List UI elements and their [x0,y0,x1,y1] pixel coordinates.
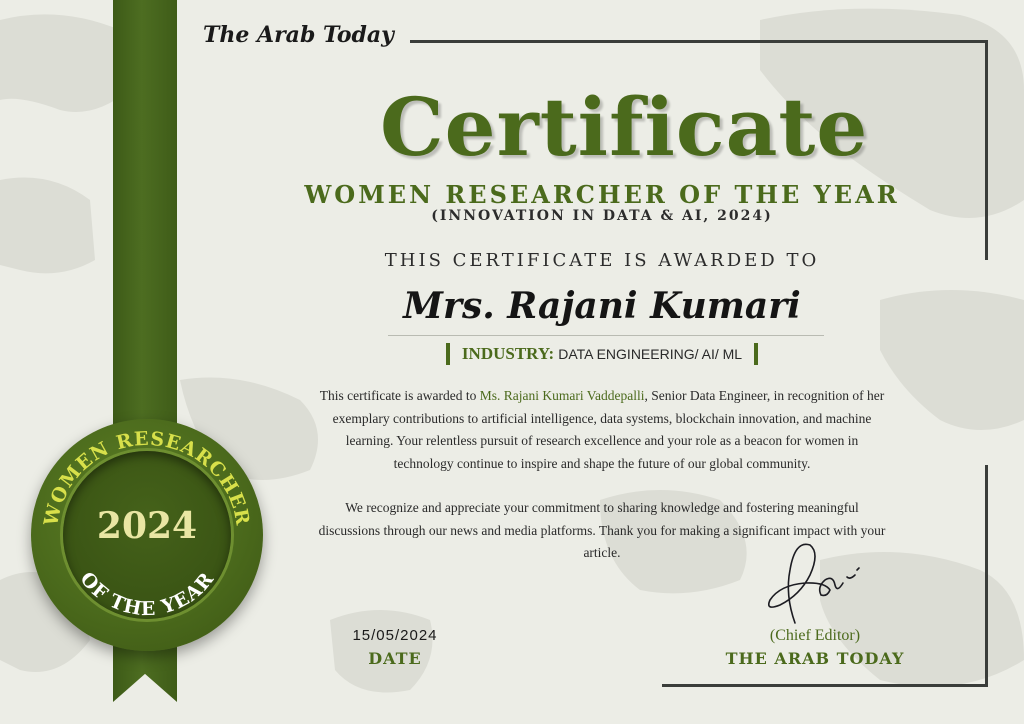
name-underline [388,335,824,336]
industry-bar-left [445,343,450,365]
certificate-page: WOMEN RESEARCHER OF THE YEAR 2024 The Ar… [0,0,1024,724]
brand-logo-text: The Arab Today [203,22,394,48]
frame-line-right-lower [985,465,988,687]
citation-intro: This certificate is awarded to [319,388,480,403]
date-value: 15/05/2024 [352,627,438,644]
industry-bar-right [754,343,759,365]
citation-name: Ms. Rajani Kumari Vaddepalli [479,388,645,403]
signer-role: (Chief Editor) [769,627,861,644]
citation-paragraph: This certificate is awarded to Ms. Rajan… [318,385,886,475]
date-label: DATE [368,649,422,668]
certificate-title: Certificate [380,80,869,174]
frame-line-bottom [662,684,988,687]
industry-label: INDUSTRY: [461,344,555,363]
seal-year: 2024 [96,505,198,547]
svg-text:OF THE YEAR: OF THE YEAR [75,568,218,620]
award-title: WOMEN RESEARCHER OF THE YEAR [304,180,900,209]
recipient-name: Mrs. Rajani Kumari [403,285,801,327]
industry-value: DATA ENGINEERING/ AI/ ML [558,346,743,362]
frame-line-right-upper [985,40,988,260]
frame-line-top [410,40,988,43]
signer-organization: THE ARAB TODAY [725,649,905,668]
editor-signature [767,543,860,624]
industry-line: INDUSTRY: DATA ENGINEERING/ AI/ ML [300,343,904,365]
award-subtitle: (INNOVATION IN DATA & AI, 2024) [431,208,773,224]
awarded-to-label: THIS CERTIFICATE IS AWARDED TO [384,250,820,271]
seal-bottom-text: OF THE YEAR [75,568,217,620]
